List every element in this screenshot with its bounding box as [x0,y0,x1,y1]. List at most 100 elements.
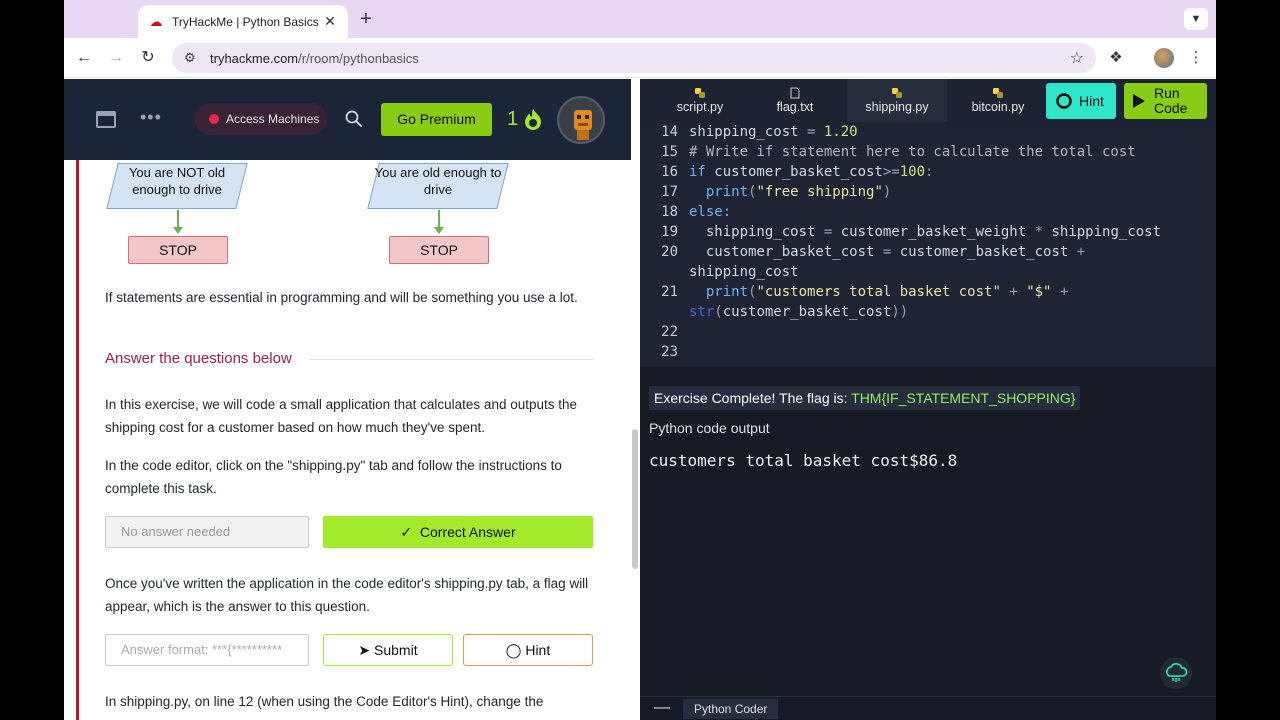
bookmark-star-icon[interactable]: ☆ [1070,48,1084,68]
url-text: tryhackme.com/r/room/pythonbasics [210,50,419,66]
correct-answer-label: Correct Answer [419,524,516,540]
submit-button[interactable]: ➤ Submit [323,634,453,666]
reload-icon[interactable]: ↻ [136,46,160,70]
question-1-text: In this exercise, we will code a small a… [105,397,578,435]
code-line: 19 shipping_cost = customer_basket_weigh… [661,224,1162,240]
access-machines-label: Access Machines [226,112,320,126]
tab-search-icon[interactable]: ▼ [1184,8,1208,30]
flowchart-text-old: You are old enough to drive [374,165,502,197]
python-coder-tab[interactable]: Python Coder [683,699,779,719]
flowchart-arrow [177,210,179,228]
questions-divider [309,359,593,360]
flowchart-stop-right: STOP [389,236,489,264]
flowchart-text-not-old: You are NOT old enough to drive [128,165,226,197]
window-icon[interactable] [96,111,116,128]
code-line: 21 print("customers total basket cost" +… [661,284,1069,300]
tab-label: bitcoin.py [971,100,1025,114]
room-content-panel: ••• Access Machines Go Premium 1 You are… [64,79,640,720]
tab-label: script.py [676,100,724,114]
if-statements-paragraph: If statements are essential in programmi… [105,290,578,305]
browser-tab[interactable]: ☁ TryHackMe | Python Basics ✕ [138,5,348,38]
more-dots-icon[interactable]: ••• [140,107,162,128]
lifebuoy-icon [1056,93,1072,109]
code-line: 17 print("free shipping") [661,184,892,200]
python-icon [695,88,705,98]
code-line: 18 else: [661,204,732,220]
editor-hint-label: Hint [1079,93,1104,109]
go-premium-button[interactable]: Go Premium [381,103,492,136]
search-icon[interactable] [344,109,364,129]
run-code-button[interactable]: Run Code [1124,83,1207,119]
tryhackme-favicon-icon: ☁ [149,13,163,29]
flag-prefix: Exercise Complete! The flag is: [654,390,852,406]
tab-script-py[interactable]: script.py [655,79,745,122]
tab-bitcoin-py[interactable]: bitcoin.py [953,79,1043,122]
minimize-icon[interactable]: — [654,697,670,719]
send-icon: ➤ [358,642,375,658]
code-line: 14 shipping_cost = 1.20 [661,124,858,140]
code-line: shipping_cost [689,264,799,280]
robot-avatar-icon [574,110,592,140]
close-tab-icon[interactable]: ✕ [322,13,338,30]
access-machines-button[interactable]: Access Machines [195,103,327,135]
flowchart-arrow [438,210,440,228]
play-icon [1133,94,1145,108]
flag-banner: Exercise Complete! The flag is: THM{IF_S… [649,386,1081,410]
output-panel: Exercise Complete! The flag is: THM{IF_S… [640,367,1216,696]
flowchart-arrowhead [173,227,183,234]
menu-dots-icon[interactable]: ⋮ [1184,46,1208,70]
hint-button[interactable]: ◯ Hint [463,634,593,666]
answer-input-2[interactable]: Answer format: ***{********** [105,634,309,666]
new-tab-icon[interactable]: + [356,8,376,30]
task-accent-bar [76,160,79,720]
room-task-content: You are NOT old enough to drive STOP You… [64,160,631,720]
address-bar[interactable]: ⚙ tryhackme.com/r/room/pythonbasics ☆ [172,43,1096,73]
answer-input-1[interactable]: No answer needed [105,516,309,548]
editor-hint-button[interactable]: Hint [1046,83,1116,119]
code-line: 20 customer_basket_cost = customer_baske… [661,244,1086,260]
flowchart-stop-left: STOP [128,236,228,264]
browser-toolbar: ← → ↻ ⚙ tryhackme.com/r/room/pythonbasic… [64,38,1216,78]
correct-answer-button[interactable]: ✓ Correct Answer [323,516,593,548]
run-label: Run [1154,85,1180,101]
code-editor-panel: script.py flag.txt shipping.py bitcoin.p… [640,79,1216,720]
code-line: str(customer_basket_cost)) [689,304,909,320]
profile-avatar[interactable] [1154,48,1174,68]
tryhackme-navbar: ••• Access Machines Go Premium 1 [64,79,631,160]
questions-header: Answer the questions below [105,350,292,367]
tab-strip: ☁ TryHackMe | Python Basics ✕ + ▼ [64,0,1216,38]
code-label: Code [1154,100,1188,116]
tab-title: TryHackMe | Python Basics [172,14,319,29]
chat-bot-icon[interactable] [1160,657,1192,689]
code-line: 23 [661,344,678,360]
question-3-text: In shipping.py, on line 12 (when using t… [105,694,544,709]
lightbulb-icon: ◯ [505,642,526,658]
flame-icon [525,109,541,130]
streak-count: 1 [507,108,519,130]
question-2-text: Once you've written the application in t… [105,576,589,614]
status-dot-icon [209,114,219,124]
tab-shipping-py[interactable]: shipping.py [847,79,947,122]
browser-window: ☁ TryHackMe | Python Basics ✕ + ▼ ← → ↻ … [64,0,1216,720]
code-line: 15 # Write if statement here to calculate… [661,144,1136,160]
python-icon [993,88,1003,98]
tab-label: flag.txt [776,100,814,114]
file-icon [790,87,800,99]
editor-bottom-bar: — Python Coder [640,696,1216,720]
flag-value: THM{IF_STATEMENT_SHOPPING} [851,390,1076,406]
hint-label: Hint [525,642,551,658]
user-avatar[interactable] [557,96,605,144]
site-info-icon[interactable]: ⚙ [184,50,204,66]
back-icon[interactable]: ← [72,46,96,70]
check-icon: ✓ [400,524,420,540]
tab-flag-txt[interactable]: flag.txt [750,79,840,122]
python-icon [892,88,902,98]
extensions-icon[interactable]: ❖ [1104,46,1128,70]
content-scrollbar[interactable] [632,429,638,569]
code-area[interactable]: 14 shipping_cost = 1.20 15 # Write if stat… [640,122,1216,367]
tab-label: shipping.py [865,100,929,114]
submit-label: Submit [374,642,418,658]
editor-tabs: script.py flag.txt shipping.py bitcoin.p… [640,79,1216,122]
forward-icon[interactable]: → [104,46,128,70]
output-text: customers total basket cost$86.8 [649,451,958,470]
